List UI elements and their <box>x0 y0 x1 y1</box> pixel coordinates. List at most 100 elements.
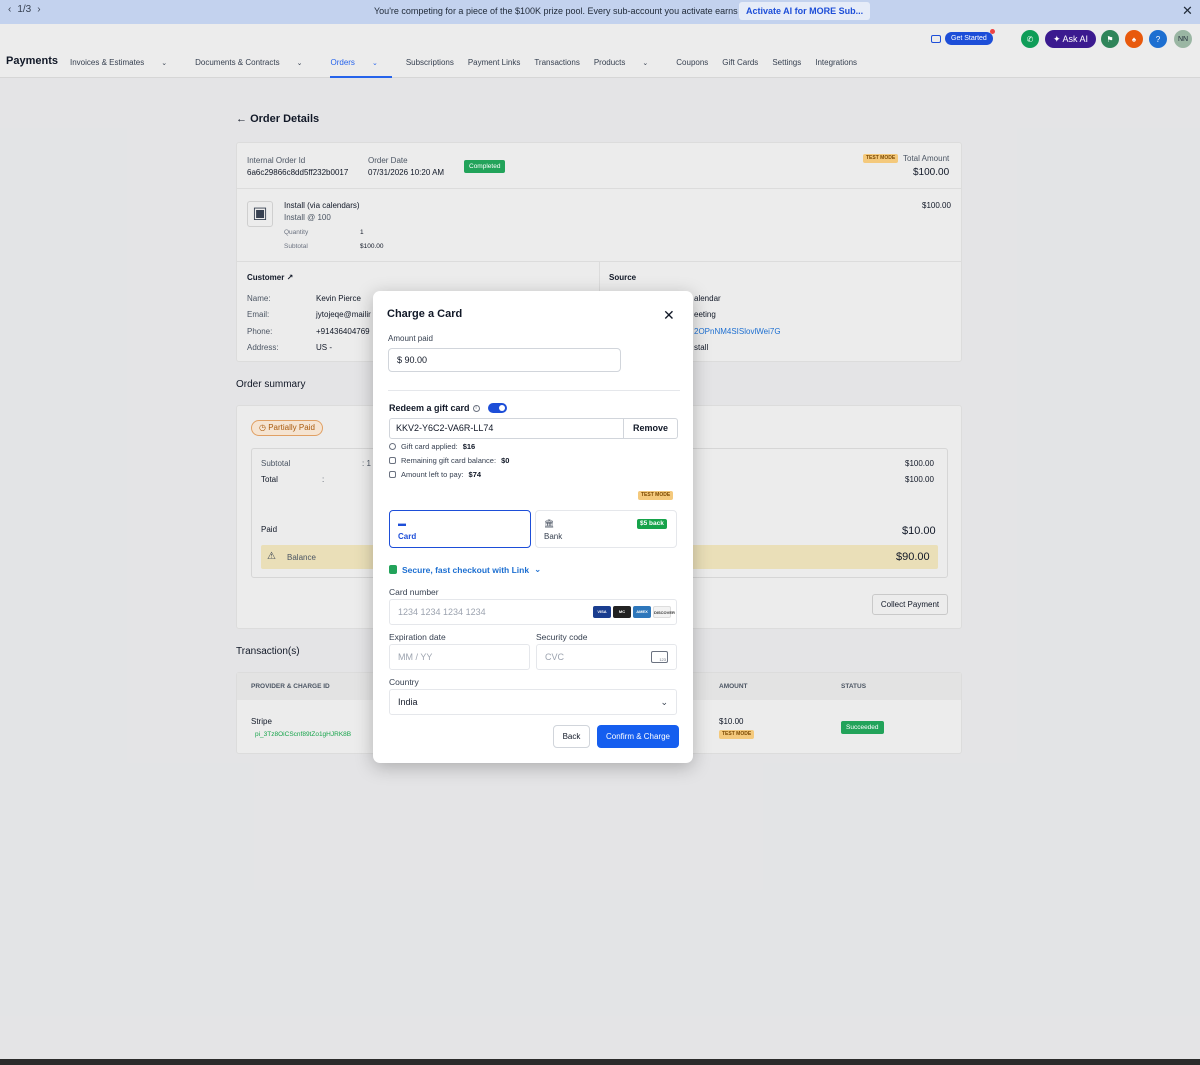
name-label: Name: <box>247 294 271 303</box>
image-placeholder-icon: ▣ <box>247 201 273 227</box>
nav-item-subscriptions[interactable]: Subscriptions <box>406 58 454 78</box>
cvc-card-icon: 123 <box>651 651 668 663</box>
payment-method-bank[interactable]: 🏛 Bank $5 back <box>535 510 677 548</box>
card-icon <box>931 34 941 43</box>
applied-label: Gift card applied: <box>401 442 458 451</box>
chevron-down-icon: ⌄ <box>660 697 668 707</box>
customer-label-text: Customer <box>247 273 285 282</box>
bell-icon[interactable]: ♠ <box>1125 30 1143 48</box>
card-number-placeholder: 1234 1234 1234 1234 <box>398 607 486 617</box>
close-icon[interactable]: ✕ <box>663 307 675 324</box>
customer-label: Customer ↗ <box>247 273 293 282</box>
status-badge: Completed <box>464 160 506 173</box>
test-mode-badge: TEST MODE <box>863 154 899 163</box>
chevron-left-icon[interactable]: ‹ <box>8 4 11 15</box>
external-link-icon[interactable]: ↗ <box>287 273 294 282</box>
gift-card-code-input[interactable]: KKV2-Y6C2-VA6R-LL74 <box>389 418 624 439</box>
country-select[interactable]: India ⌄ <box>389 689 677 715</box>
nav-item-products[interactable]: Products ⌄ <box>594 58 662 78</box>
phone-icon[interactable]: ✆ <box>1021 30 1039 48</box>
internal-id: 6a6c29866c8dd5ff232b0017 <box>247 168 349 177</box>
nav-item-settings[interactable]: Settings <box>772 58 801 78</box>
total-amount: $100.00 <box>913 167 950 178</box>
nav-item-documents[interactable]: Documents & Contracts ⌄ <box>195 58 316 78</box>
nav-item-transactions[interactable]: Transactions <box>534 58 580 78</box>
card-method-label: Card <box>398 532 417 541</box>
nav-item-integrations[interactable]: Integrations <box>815 58 857 78</box>
activate-ai-button[interactable]: Activate AI for MORE Sub... <box>739 2 871 20</box>
gift-card-applied: Gift card applied: $16 <box>389 442 475 451</box>
page-title[interactable]: ← Order Details <box>236 113 319 125</box>
credit-card-icon: ▬ <box>398 519 406 528</box>
redeem-toggle[interactable] <box>487 403 507 413</box>
customer-address: US - <box>316 343 332 352</box>
close-icon[interactable]: ✕ <box>1182 3 1193 19</box>
source-link[interactable]: 2OPnNM4SISlovlWei7G <box>694 327 781 336</box>
payment-method-card[interactable]: ▬ Card <box>389 510 531 548</box>
page-title-text: Order Details <box>250 113 320 125</box>
summary-total: $100.00 <box>905 475 934 484</box>
nav-menu: Invoices & Estimates ⌄ Documents & Contra… <box>70 58 871 78</box>
summary-total-mid: : <box>322 475 325 484</box>
total-amount-label: Total Amount <box>903 154 950 163</box>
transaction-amount: $10.00 <box>719 717 744 726</box>
avatar[interactable]: NN <box>1174 30 1192 48</box>
chevron-right-icon[interactable]: › <box>37 4 40 15</box>
balance-label: Balance <box>287 553 316 562</box>
paid-amount: $10.00 <box>902 525 936 537</box>
nav-item-gift-cards[interactable]: Gift Cards <box>722 58 758 78</box>
back-button[interactable]: Back <box>553 725 590 748</box>
order-summary-title: Order summary <box>236 379 306 390</box>
summary-total-label: Total <box>261 475 278 484</box>
bank-cashback-badge: $5 back <box>637 519 667 529</box>
chevron-down-icon: ⌄ <box>161 60 168 67</box>
link-text: Secure, fast checkout with Link <box>402 564 530 575</box>
customer-name: Kevin Pierce <box>316 294 361 303</box>
lock-icon <box>389 565 397 574</box>
info-icon[interactable]: i <box>472 404 480 412</box>
help-icon[interactable]: ? <box>1149 30 1167 48</box>
subtotal: $100.00 <box>360 243 384 250</box>
item-sub: Install @ 100 <box>284 213 331 222</box>
card-number-label: Card number <box>389 587 439 597</box>
collect-payment-button[interactable]: Collect Payment <box>872 594 948 615</box>
nav-item-invoices[interactable]: Invoices & Estimates ⌄ <box>70 58 181 78</box>
item-name: Install (via calendars) <box>284 201 360 210</box>
nav-item-orders[interactable]: Orders ⌄ <box>330 58 392 78</box>
ask-ai-label: Ask AI <box>1062 34 1089 44</box>
remaining-value: $0 <box>501 456 510 465</box>
col-status: STATUS <box>841 683 867 690</box>
nav-item-coupons[interactable]: Coupons <box>676 58 708 78</box>
nav-label: Products <box>593 58 626 67</box>
applied-value: $16 <box>462 442 476 451</box>
internal-id-label: Internal Order Id <box>247 156 306 165</box>
card-brands: VISA MC AMEX DISCOVER <box>593 606 675 618</box>
get-started-button[interactable]: Get Started <box>945 29 995 45</box>
partially-paid-text: Partially Paid <box>268 423 315 432</box>
source-line-1: alendar <box>694 294 721 303</box>
card-number-input[interactable]: 1234 1234 1234 1234 VISA MC AMEX DISCOVE… <box>389 599 677 625</box>
visa-icon: VISA <box>593 606 611 618</box>
amex-icon: AMEX <box>633 606 651 618</box>
security-code-input[interactable]: CVC 123 <box>536 644 677 670</box>
test-mode-badge: TEST MODE <box>638 491 674 500</box>
nav-item-payment-links[interactable]: Payment Links <box>468 58 520 78</box>
summary-subtotal-label: Subtotal <box>261 459 291 468</box>
bank-icon: 🏛 <box>544 519 555 528</box>
chevron-down-icon: ⌄ <box>642 60 649 67</box>
amount-paid-input[interactable]: $ 90.00 <box>388 348 621 372</box>
charge-id-link[interactable]: pi_3Tz8OiCScnf89tZo1gHJRK8B <box>255 731 351 738</box>
banner-pager: ‹ 1/3 › <box>8 4 41 15</box>
link-checkout-toggle[interactable]: Secure, fast checkout with Link ⌄ <box>389 564 541 575</box>
remove-gift-card-button[interactable]: Remove <box>623 418 678 439</box>
amount-paid-label: Amount paid <box>388 334 433 343</box>
get-started-group[interactable]: Get Started <box>931 29 995 45</box>
megaphone-icon[interactable]: ⚑ <box>1101 30 1119 48</box>
security-code-label: Security code <box>536 632 588 642</box>
chevron-down-icon: ⌄ <box>371 60 378 67</box>
source-line-2: eeting <box>694 310 716 319</box>
charge-card-modal: Charge a Card ✕ Amount paid $ 90.00 Rede… <box>373 291 693 763</box>
confirm-charge-button[interactable]: Confirm & Charge <box>597 725 679 748</box>
ask-ai-button[interactable]: ✦ Ask AI <box>1045 30 1097 48</box>
expiration-date-input[interactable]: MM / YY <box>389 644 530 670</box>
